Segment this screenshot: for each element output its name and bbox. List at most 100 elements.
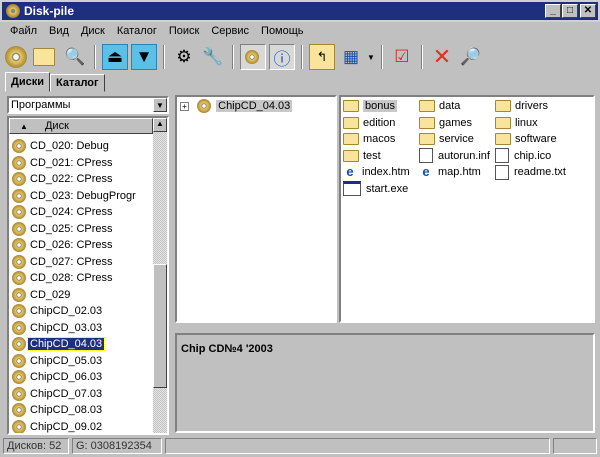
list-item[interactable]: CD_024: CPress	[9, 204, 153, 221]
list-header-label: Диск	[44, 120, 69, 132]
file-icon	[419, 148, 433, 164]
file-name: index.htm	[362, 166, 410, 178]
file-name: readme.txt	[514, 166, 566, 178]
disc-icon	[12, 337, 26, 352]
menu-item[interactable]: Каталог	[111, 25, 163, 37]
list-item[interactable]: CD_021: CPress	[9, 155, 153, 172]
disc-icon	[12, 304, 26, 319]
disc-icon[interactable]	[4, 44, 30, 70]
file-item[interactable]: games	[419, 115, 472, 131]
menu-item[interactable]: Помощь	[255, 25, 310, 37]
list-item[interactable]: ChipCD_09.02	[9, 419, 153, 433]
list-item[interactable]: ChipCD_03.03	[9, 320, 153, 337]
category-select-value: Программы	[11, 99, 71, 111]
list-item[interactable]: CD_027: CPress	[9, 254, 153, 271]
toolbar: 🔍 ⏏ ▼ ⚙ 🔧 ⓘ ↰ ▦ ▼ ☑ ✕ 🔎	[4, 42, 484, 72]
menu-item[interactable]: Поиск	[163, 25, 205, 37]
disk-list: ▲ Диск CD_020: Debug CD_021: CPress CD_022…	[7, 116, 169, 435]
list-item[interactable]: ChipCD_08.03	[9, 402, 153, 419]
file-item[interactable]: start.exe	[343, 181, 408, 197]
eject-icon[interactable]: ⏏	[102, 44, 128, 70]
find-document-icon[interactable]: 🔎	[458, 44, 484, 70]
file-item[interactable]: test	[343, 148, 381, 164]
tree-node[interactable]: + ChipCD_04.03	[177, 97, 335, 113]
title-bar: Disk-pile _ □ ✕	[0, 0, 600, 22]
list-item[interactable]: ChipCD_06.03	[9, 369, 153, 386]
file-item[interactable]: e map.htm	[419, 164, 481, 180]
disc-icon	[12, 370, 26, 385]
file-item[interactable]: data	[419, 98, 460, 114]
close-button[interactable]: ✕	[580, 4, 596, 18]
disc-icon	[12, 155, 26, 170]
file-item[interactable]: service	[419, 131, 474, 147]
scroll-up-button[interactable]: ▲	[153, 118, 167, 132]
folder-up-icon[interactable]: ↰	[309, 44, 335, 70]
disc-icon	[12, 205, 26, 220]
disc-icon	[12, 386, 26, 401]
check-document-icon[interactable]: ☑	[389, 44, 415, 70]
scroll-thumb[interactable]	[153, 264, 167, 388]
view-mode-icon[interactable]: ▦	[338, 44, 364, 70]
list-item[interactable]: CD_023: DebugProgr	[9, 188, 153, 205]
html-file-icon: e	[419, 164, 433, 180]
folder-icon	[495, 116, 511, 129]
list-header[interactable]: ▲ Диск	[9, 118, 153, 134]
scrollbar[interactable]: ▲	[153, 118, 167, 433]
list-item[interactable]: CD_026: CPress	[9, 237, 153, 254]
disc-icon	[12, 221, 26, 236]
tab-disks[interactable]: Диски	[5, 72, 50, 92]
menu-item[interactable]: Вид	[43, 25, 75, 37]
file-item[interactable]: edition	[343, 115, 395, 131]
list-item[interactable]: ChipCD_05.03	[9, 353, 153, 370]
list-item[interactable]: CD_029	[9, 287, 153, 304]
discs-icon[interactable]: ⚙	[171, 44, 197, 70]
disk-label: CD_024: CPress	[30, 206, 113, 218]
file-icon	[495, 164, 509, 180]
disc-icon	[12, 188, 26, 203]
expand-icon[interactable]: +	[180, 101, 189, 111]
folder-icon	[343, 149, 359, 162]
maximize-button[interactable]: □	[562, 4, 578, 18]
file-item[interactable]: drivers	[495, 98, 548, 114]
size-grip[interactable]	[553, 438, 597, 454]
file-item[interactable]: macos	[343, 131, 395, 147]
folder-icon[interactable]	[33, 44, 59, 70]
list-item[interactable]: CD_020: Debug	[9, 138, 153, 155]
file-item[interactable]: readme.txt	[495, 164, 566, 180]
disk-label: ChipCD_06.03	[30, 371, 103, 383]
menu-item[interactable]: Сервис	[205, 25, 255, 37]
file-item[interactable]: bonus	[343, 98, 397, 114]
file-item[interactable]: chip.ico	[495, 148, 551, 164]
list-item[interactable]: ChipCD_07.03	[9, 386, 153, 403]
minimize-button[interactable]: _	[545, 4, 561, 18]
file-item[interactable]: autorun.inf	[419, 148, 490, 164]
list-item[interactable]: CD_025: CPress	[9, 221, 153, 238]
list-item[interactable]: ChipCD_04.03	[9, 336, 153, 353]
menu-item[interactable]: Диск	[75, 25, 111, 37]
file-name: map.htm	[438, 166, 481, 178]
file-item[interactable]: e index.htm	[343, 164, 410, 180]
disk-label: CD_022: CPress	[30, 173, 113, 185]
menu-item[interactable]: Файл	[4, 25, 43, 37]
file-item[interactable]: linux	[495, 115, 538, 131]
disc-icon	[12, 353, 26, 368]
category-select[interactable]: Программы ▼	[7, 96, 169, 114]
delete-icon[interactable]: ✕	[429, 44, 455, 70]
disc-view-icon[interactable]	[240, 44, 266, 70]
list-item[interactable]: CD_028: CPress	[9, 270, 153, 287]
insert-icon[interactable]: ▼	[131, 44, 157, 70]
file-name: macos	[363, 133, 396, 145]
list-item[interactable]: CD_022: CPress	[9, 171, 153, 188]
tools-icon[interactable]: 🔧	[200, 44, 226, 70]
separator	[420, 45, 423, 69]
list-item[interactable]: ChipCD_02.03	[9, 303, 153, 320]
tree-node-label[interactable]: ChipCD_04.03	[216, 99, 293, 112]
file-item[interactable]: software	[495, 131, 557, 147]
status-disk-count: Дисков: 52	[3, 438, 69, 454]
search-icon[interactable]: 🔍	[62, 44, 88, 70]
tab-catalog[interactable]: Каталог	[49, 74, 105, 92]
chevron-down-icon[interactable]: ▼	[153, 98, 167, 112]
file-name: edition	[363, 116, 396, 129]
chevron-down-icon[interactable]: ▼	[367, 53, 375, 62]
info-icon[interactable]: ⓘ	[269, 44, 295, 70]
